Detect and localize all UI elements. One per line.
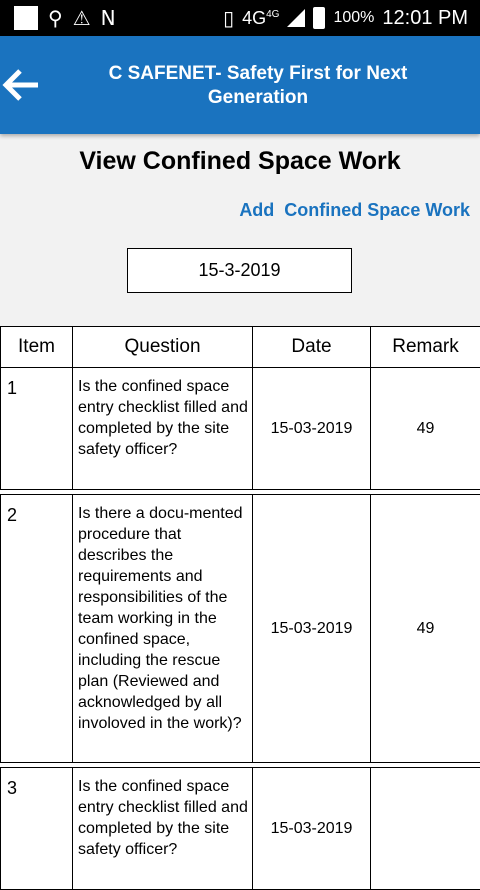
n-icon: N — [101, 6, 116, 30]
column-header-remark: Remark — [371, 327, 480, 368]
table-row[interactable]: 2 Is there a docu-mented procedure that … — [1, 495, 480, 763]
table-header-row: Item Question Date Remark — [1, 327, 480, 368]
remark-cell: 49 — [371, 368, 480, 490]
vibrate-icon: ▯ — [223, 6, 234, 30]
item-cell: 2 — [1, 495, 73, 763]
question-cell: Is there a docu-mented procedure that de… — [73, 495, 253, 763]
page-title: View Confined Space Work — [0, 147, 480, 176]
date-cell: 15-03-2019 — [253, 368, 371, 490]
add-confined-space-work-link[interactable]: Add Confined Space Work — [239, 200, 470, 221]
question-cell: Is the confined space entry checklist fi… — [73, 768, 253, 890]
usb-icon: ⚲ — [48, 6, 63, 30]
remark-cell — [371, 768, 480, 890]
signal-icon — [287, 9, 305, 27]
back-button[interactable] — [0, 58, 44, 112]
item-cell: 3 — [1, 768, 73, 890]
date-cell: 15-03-2019 — [253, 768, 371, 890]
clock: 12:01 PM — [382, 7, 468, 30]
remark-cell: 49 — [371, 495, 480, 763]
arrow-left-icon — [0, 58, 44, 112]
notification-square-icon — [14, 6, 38, 30]
column-header-question: Question — [73, 327, 253, 368]
table-row[interactable]: 1 Is the confined space entry checklist … — [1, 368, 480, 490]
confined-space-table: Item Question Date Remark 1 Is the confi… — [0, 326, 480, 890]
column-header-item: Item — [1, 327, 73, 368]
item-cell: 1 — [1, 368, 73, 490]
warning-icon: ⚠ — [73, 6, 91, 30]
app-title: C SAFENET- Safety First for Next Generat… — [68, 62, 448, 110]
table-row[interactable]: 3 Is the confined space entry checklist … — [1, 768, 480, 890]
app-bar: C SAFENET- Safety First for Next Generat… — [0, 36, 480, 134]
question-cell: Is the confined space entry checklist fi… — [73, 368, 253, 490]
status-bar: ⚲ ⚠ N ▯ 4G4G 100% 12:01 PM — [0, 0, 480, 36]
column-header-date: Date — [253, 327, 371, 368]
network-type: 4G4G — [242, 8, 279, 29]
battery-icon — [313, 7, 325, 29]
date-field[interactable]: 15-3-2019 — [127, 248, 352, 293]
battery-percent: 100% — [333, 9, 374, 27]
date-cell: 15-03-2019 — [253, 495, 371, 763]
